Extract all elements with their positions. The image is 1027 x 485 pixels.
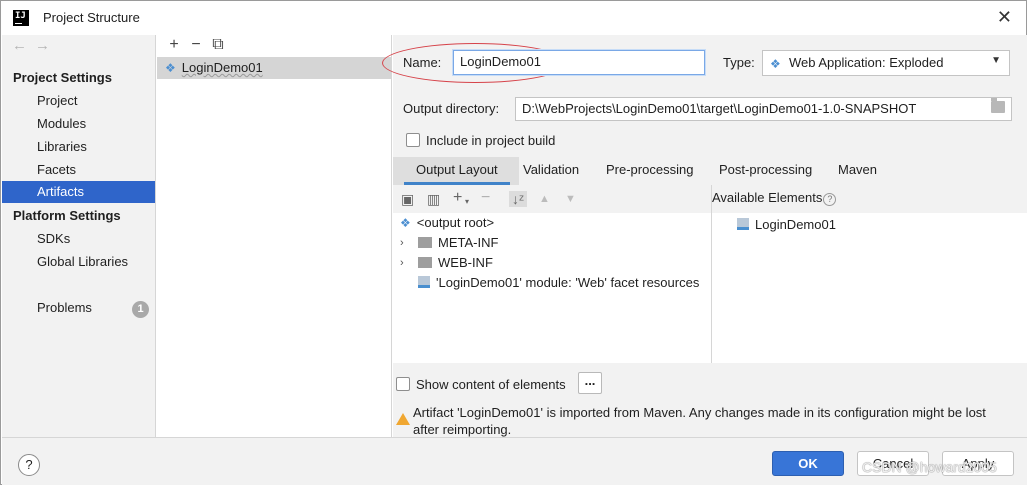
sidebar-item-problems[interactable]: Problems 1 xyxy=(2,297,155,319)
layout-options: Show content of elements ... Artifact 'L… xyxy=(393,363,1027,437)
sidebar-item-project[interactable]: Project xyxy=(2,90,155,112)
intellij-logo-icon: IJ xyxy=(13,10,29,26)
output-layout-area: ▣ ▥ + ▾ − ↓ᶻ ▲ ▼ ❖ <output root> › META-I… xyxy=(393,185,1027,363)
close-icon[interactable]: ✕ xyxy=(997,7,1012,28)
remove-icon[interactable]: − xyxy=(481,189,490,207)
layout-toolbar: ▣ ▥ + ▾ − ↓ᶻ ▲ ▼ xyxy=(393,185,711,213)
sidebar-item-modules[interactable]: Modules xyxy=(2,113,155,135)
tab-maven[interactable]: Maven xyxy=(838,162,877,177)
output-dir-label: Output directory: xyxy=(403,101,500,116)
available-element-label: LoginDemo01 xyxy=(755,217,836,232)
show-content-options-button[interactable]: ... xyxy=(578,372,602,394)
problems-label: Problems xyxy=(37,300,92,315)
output-root-icon: ❖ xyxy=(400,216,411,230)
available-element-item[interactable]: LoginDemo01 xyxy=(737,215,836,235)
sort-icon[interactable]: ↓ᶻ xyxy=(509,191,528,207)
tree-node-meta-inf[interactable]: › META-INF xyxy=(393,233,593,253)
help-button[interactable]: ? xyxy=(18,454,40,476)
project-structure-dialog: IJ Project Structure ✕ ←→ Project Settin… xyxy=(0,0,1027,485)
web-artifact-icon: ❖ xyxy=(165,61,176,75)
cancel-button[interactable]: Cancel xyxy=(857,451,929,476)
add-copy-icon[interactable]: + xyxy=(453,189,462,207)
module-icon xyxy=(737,218,749,230)
sidebar-item-facets[interactable]: Facets xyxy=(2,159,155,181)
web-app-icon: ❖ xyxy=(770,57,781,71)
tab-pre-processing[interactable]: Pre-processing xyxy=(606,162,693,177)
available-elements-label: Available Elements xyxy=(712,190,823,205)
output-directory-value: D:\WebProjects\LoginDemo01\target\LoginD… xyxy=(522,101,917,116)
add-dropdown-icon[interactable]: ▾ xyxy=(465,197,469,206)
show-content-label: Show content of elements xyxy=(416,377,566,392)
folder-icon[interactable] xyxy=(991,98,1005,113)
dialog-footer: ? OK Cancel Apply CSDN @howard2005 xyxy=(2,437,1027,485)
folder-icon xyxy=(418,237,432,248)
type-label: Type: xyxy=(723,55,755,70)
available-elements-header: Available Elements? xyxy=(712,185,1027,213)
tab-output-layout[interactable]: Output Layout xyxy=(404,162,510,185)
maven-import-warning: Artifact 'LoginDemo01' is imported from … xyxy=(413,405,986,437)
type-value: Web Application: Exploded xyxy=(789,55,944,70)
name-label: Name: xyxy=(403,55,442,70)
warning-icon xyxy=(396,413,410,425)
list-item[interactable]: ❖ LoginDemo01 xyxy=(157,57,391,79)
add-icon[interactable]: + xyxy=(163,36,185,54)
chevron-right-icon[interactable]: › xyxy=(400,253,404,273)
remove-icon[interactable]: − xyxy=(185,36,207,54)
archive-icon[interactable]: ▥ xyxy=(427,191,440,208)
artifact-list-panel: + − ⧉ ❖ LoginDemo01 xyxy=(157,35,392,437)
problems-count-badge: 1 xyxy=(132,301,149,318)
chevron-down-icon: ▼ xyxy=(991,55,1001,66)
include-in-build-label: Include in project build xyxy=(426,133,556,148)
tab-validation[interactable]: Validation xyxy=(523,162,579,177)
available-elements-panel: Available Elements? LoginDemo01 xyxy=(711,185,1027,363)
new-folder-icon[interactable]: ▣ xyxy=(401,191,414,208)
tree-node-label: <output root> xyxy=(416,215,495,230)
window-title: Project Structure xyxy=(43,10,140,25)
type-select[interactable]: ❖ Web Application: Exploded ▼ xyxy=(762,50,1010,76)
tree-node-label: META-INF xyxy=(438,235,499,250)
title-bar: IJ Project Structure ✕ xyxy=(1,1,1026,35)
help-icon[interactable]: ? xyxy=(823,193,837,206)
artifact-tabs: Output Layout Validation Pre-processing … xyxy=(393,157,1027,185)
web-facet-icon xyxy=(418,276,430,288)
tree-node-web-inf[interactable]: › WEB-INF xyxy=(393,253,593,273)
name-field[interactable]: LoginDemo01 xyxy=(453,50,705,75)
artifact-list-toolbar: + − ⧉ xyxy=(163,36,229,56)
show-content-checkbox[interactable] xyxy=(396,377,410,391)
nav-history-arrows[interactable]: ←→ xyxy=(12,37,58,54)
include-in-build-checkbox[interactable] xyxy=(406,133,420,147)
section-platform-settings: Platform Settings xyxy=(13,208,121,223)
sidebar-item-sdks[interactable]: SDKs xyxy=(2,228,155,250)
tab-post-processing[interactable]: Post-processing xyxy=(719,162,812,177)
ok-button[interactable]: OK xyxy=(772,451,844,476)
settings-sidebar: ←→ Project Settings Project Modules Libr… xyxy=(2,35,156,437)
apply-button[interactable]: Apply xyxy=(942,451,1014,476)
tree-node-label: 'LoginDemo01' module: 'Web' facet resour… xyxy=(436,275,700,290)
chevron-right-icon[interactable]: › xyxy=(400,233,404,253)
move-down-icon[interactable]: ▼ xyxy=(565,193,576,205)
sidebar-item-libraries[interactable]: Libraries xyxy=(2,136,155,158)
section-project-settings: Project Settings xyxy=(13,70,112,85)
output-directory-field[interactable]: D:\WebProjects\LoginDemo01\target\LoginD… xyxy=(515,97,1012,121)
artifact-detail-panel: Name: LoginDemo01 Type: ❖ Web Applicatio… xyxy=(382,35,1027,437)
move-up-icon[interactable]: ▲ xyxy=(539,193,550,205)
output-tree: ❖ <output root> › META-INF › WEB-INF 'Log… xyxy=(393,213,711,363)
tree-node-label: WEB-INF xyxy=(438,255,493,270)
artifact-name: LoginDemo01 xyxy=(181,60,263,75)
folder-icon xyxy=(418,257,432,268)
sidebar-item-global-libraries[interactable]: Global Libraries xyxy=(2,251,155,273)
tree-node-facet-resources[interactable]: 'LoginDemo01' module: 'Web' facet resour… xyxy=(418,273,699,293)
copy-icon[interactable]: ⧉ xyxy=(207,36,229,54)
tree-node-output-root[interactable]: ❖ <output root> xyxy=(400,213,494,233)
sidebar-item-artifacts[interactable]: Artifacts xyxy=(2,181,155,203)
